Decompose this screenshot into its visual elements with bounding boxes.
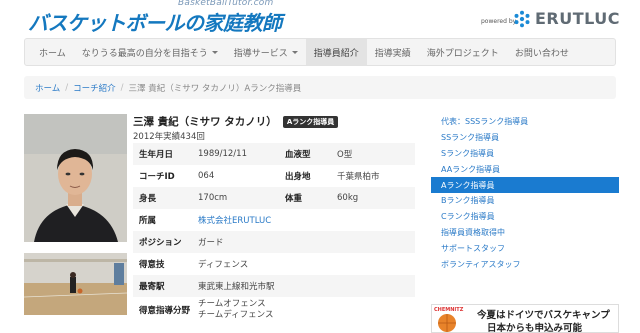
coach-name: 三澤 貴紀（ミサワ タカノリ） (133, 116, 277, 128)
table-row: 得意技 ディフェンス (133, 253, 415, 275)
table-row: 生年月日 1989/12/11 血液型 O型 (133, 143, 415, 165)
coach-id-value: 064 (198, 171, 215, 181)
sidebar-item-sss[interactable]: 代表：SSSランク指導員 (431, 114, 619, 130)
height-label: 身長 (133, 187, 192, 209)
chemnitz-logo-text: CHEMNITZ (434, 307, 464, 313)
main-nav: ホーム なりうる最高の自分を目指そう 指導サービス 指導員紹介 指導実績 海外プ… (24, 38, 616, 66)
coach-gym-photo (24, 253, 127, 315)
banner-headline: 今夏はドイツでバスケキャンプ (477, 310, 610, 321)
coach-portrait-photo (24, 114, 127, 242)
caret-down-icon (211, 50, 218, 54)
portrait-image (24, 114, 127, 242)
table-row: 所属 株式会社ERUTLUC (133, 209, 415, 231)
brand-snowflake-icon (514, 10, 530, 27)
hometown-value: 千葉県柏市 (337, 172, 380, 182)
nav-label: ホーム (39, 48, 66, 59)
sidebar-item-in-training[interactable]: 指導員資格取得中 (431, 225, 619, 241)
blood-type-value: O型 (331, 143, 415, 165)
coach-info-table: 生年月日 1989/12/11 血液型 O型 コーチID 064 出身地 千葉県… (133, 143, 415, 323)
table-row: 身長 170cm 体重 60kg (133, 187, 415, 209)
powered-by-label: powered by (481, 18, 517, 25)
sidebar-item-c[interactable]: Cランク指導員 (431, 209, 619, 225)
nav-item-overseas[interactable]: 海外プロジェクト (419, 39, 507, 65)
table-row: コーチID 064 出身地 千葉県柏市 (133, 165, 415, 187)
weight-label: 体重 (279, 187, 331, 209)
hometown-label: 出身地 (285, 172, 311, 182)
coaching-field-value: チームオフェンス チームディフェンス (192, 297, 415, 323)
sidebar-item-s[interactable]: Sランク指導員 (431, 146, 619, 162)
brand-name: ERUTLUC (535, 9, 621, 28)
coach-name-row: 三澤 貴紀（ミサワ タカノリ） Aランク指導員 (133, 114, 339, 129)
nav-item-services[interactable]: 指導サービス (226, 39, 306, 65)
nav-item-coaches[interactable]: 指導員紹介 (305, 39, 367, 65)
breadcrumb-separator: / (120, 82, 124, 93)
nav-label: 指導実績 (374, 48, 411, 59)
nav-item-home[interactable]: ホーム (31, 39, 74, 65)
site-logo[interactable]: バスケットボールの家庭教師 (28, 7, 282, 36)
rank-badge: Aランク指導員 (282, 115, 339, 128)
nav-item-results[interactable]: 指導実績 (367, 39, 419, 65)
birthdate-label: 生年月日 (133, 143, 192, 165)
nav-label: 指導サービス (233, 48, 288, 59)
skill-value: ディフェンス (198, 260, 249, 270)
coach-record: 2012年実績434回 (133, 132, 205, 142)
position-label: ポジション (133, 231, 192, 253)
station-label: 最寄駅 (133, 275, 192, 297)
nav-label: 海外プロジェクト (426, 48, 499, 59)
nav-item-aim-highest[interactable]: なりうる最高の自分を目指そう (74, 39, 226, 65)
sidebar-item-support-staff[interactable]: サポートスタッフ (431, 240, 619, 256)
sidebar-item-volunteer-staff[interactable]: ボランティアスタッフ (431, 256, 619, 272)
coaching-field-line: チームディフェンス (198, 310, 274, 320)
banner-subline: 日本からも申込み可能 (487, 323, 583, 333)
coaching-field-line: チームオフェンス (198, 299, 266, 309)
coach-id-label: コーチID (139, 172, 175, 182)
coaching-field-label: 得意指導分野 (139, 306, 191, 316)
blood-type-label: 血液型 (279, 143, 331, 165)
table-row: 得意指導分野 チームオフェンス チームディフェンス (133, 297, 415, 323)
table-row: 最寄駅 東武東上線和光市駅 (133, 275, 415, 297)
table-row: ポジション ガード (133, 231, 415, 253)
brand-logo[interactable]: ERUTLUC (513, 9, 620, 28)
affiliation-link[interactable]: 株式会社ERUTLUC (192, 209, 415, 231)
nav-label: なりうる最高の自分を目指そう (81, 48, 208, 59)
weight-value: 60kg (331, 187, 415, 209)
sidebar-item-a[interactable]: Aランク指導員 (431, 177, 619, 193)
nav-label: 指導員紹介 (313, 48, 359, 59)
height-value: 170cm (192, 187, 279, 209)
sidebar-item-ss[interactable]: SSランク指導員 (431, 130, 619, 146)
nav-label: お問い合わせ (514, 48, 569, 59)
breadcrumb: ホーム / コーチ紹介 / 三澤 貴紀（ミサワ タカノリ）Aランク指導員 (24, 76, 616, 99)
affiliation-label: 所属 (139, 216, 157, 226)
breadcrumb-separator: / (65, 82, 69, 93)
camp-banner[interactable]: CHEMNITZ 今夏はドイツでバスケキャンプ 日本からも申込み可能 (431, 304, 619, 333)
sidebar-item-b[interactable]: Bランク指導員 (431, 193, 619, 209)
caret-down-icon (291, 50, 298, 54)
nav-item-contact[interactable]: お問い合わせ (507, 39, 577, 65)
skill-label: 得意技 (139, 260, 165, 270)
breadcrumb-home[interactable]: ホーム (35, 82, 60, 94)
rank-sidebar: 代表：SSSランク指導員 SSランク指導員 Sランク指導員 AAランク指導員 A… (431, 114, 619, 272)
breadcrumb-current: 三澤 貴紀（ミサワ タカノリ）Aランク指導員 (128, 83, 302, 94)
position-value: ガード (192, 231, 415, 253)
sidebar-item-aa[interactable]: AAランク指導員 (431, 161, 619, 177)
gym-image (24, 253, 127, 315)
site-header: BasketBallTutor.com バスケットボールの家庭教師 powere… (0, 0, 640, 38)
breadcrumb-coaches[interactable]: コーチ紹介 (73, 82, 116, 94)
station-value: 東武東上線和光市駅 (192, 275, 415, 297)
birthdate-value: 1989/12/11 (192, 143, 279, 165)
